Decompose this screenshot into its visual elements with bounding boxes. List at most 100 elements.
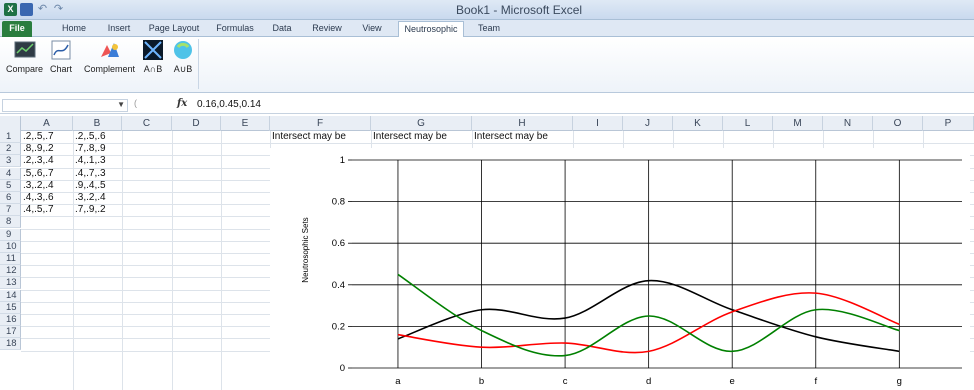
column-header-d[interactable]: D bbox=[172, 116, 221, 131]
row-header[interactable]: 11 bbox=[0, 253, 21, 265]
x-tick-label: e bbox=[730, 376, 735, 387]
column-header-h[interactable]: H bbox=[472, 116, 573, 131]
name-box[interactable]: ▼ bbox=[2, 99, 128, 112]
row-header[interactable]: 12 bbox=[0, 265, 21, 278]
column-header-j[interactable]: J bbox=[623, 116, 673, 131]
cell-a6[interactable]: .4,.3,.6 bbox=[21, 192, 54, 204]
row-header[interactable]: 2 bbox=[0, 143, 21, 156]
row-header[interactable]: 4 bbox=[0, 167, 21, 180]
row-header[interactable]: 7 bbox=[0, 204, 21, 217]
column-header-k[interactable]: K bbox=[673, 116, 723, 131]
ribbon-panel: Compare Chart Complement A∩B A∪B bbox=[0, 37, 974, 93]
column-headers: A B C D E F G H I J K L M N O P bbox=[0, 116, 974, 131]
column-header-m[interactable]: M bbox=[773, 116, 823, 131]
tab-home[interactable]: Home bbox=[58, 21, 90, 37]
chevron-down-icon[interactable]: ▼ bbox=[117, 100, 125, 109]
column-header-e[interactable]: E bbox=[221, 116, 270, 131]
formula-input[interactable]: 0.16,0.45,0.14 bbox=[197, 99, 261, 110]
chart-label: Chart bbox=[50, 64, 73, 74]
cell-b6[interactable]: .3,.2,.4 bbox=[73, 192, 106, 204]
column-header-n[interactable]: N bbox=[823, 116, 873, 131]
row-header[interactable]: 17 bbox=[0, 326, 21, 339]
chart-icon bbox=[51, 40, 71, 60]
chart-button[interactable]: Chart bbox=[50, 39, 72, 74]
column-header-f[interactable]: F bbox=[270, 116, 371, 131]
tab-neutrosophic[interactable]: Neutrosophic bbox=[398, 21, 464, 38]
ribbon-tabs: File Home Insert Page Layout Formulas Da… bbox=[0, 20, 974, 38]
row-header[interactable]: 6 bbox=[0, 192, 21, 204]
compare-label: Compare bbox=[6, 64, 44, 74]
cell-b3[interactable]: .4,.1,.3 bbox=[73, 155, 106, 167]
save-icon[interactable] bbox=[20, 3, 33, 16]
union-icon bbox=[174, 41, 192, 59]
column-header-l[interactable]: L bbox=[723, 116, 773, 131]
tab-view[interactable]: View bbox=[358, 21, 386, 37]
cell-a3[interactable]: .2,.3,.4 bbox=[21, 155, 54, 167]
redo-icon[interactable]: ↷ bbox=[52, 3, 65, 16]
cell-b5[interactable]: .9,.4,.5 bbox=[73, 180, 106, 192]
y-tick-label: 0.4 bbox=[332, 280, 345, 291]
compare-button[interactable]: Compare bbox=[6, 39, 43, 74]
formula-cancel-icon[interactable]: ( bbox=[134, 98, 137, 108]
insert-function-icon[interactable]: fx bbox=[177, 98, 187, 109]
row-header[interactable]: 14 bbox=[0, 289, 21, 302]
complement-button[interactable]: Complement bbox=[84, 39, 135, 74]
row-header[interactable]: 9 bbox=[0, 228, 21, 241]
tab-team[interactable]: Team bbox=[474, 21, 504, 37]
y-tick-label: 1 bbox=[340, 155, 345, 166]
cell-b1[interactable]: .2,.5,.6 bbox=[73, 131, 106, 143]
tab-review[interactable]: Review bbox=[308, 21, 346, 37]
column-header-o[interactable]: O bbox=[873, 116, 923, 131]
tab-page-layout[interactable]: Page Layout bbox=[146, 21, 202, 37]
select-all-corner[interactable] bbox=[0, 116, 21, 131]
cell-f1[interactable]: Intersect may be bbox=[270, 131, 346, 143]
grid-line bbox=[21, 143, 974, 145]
cell-a7[interactable]: .4,.5,.7 bbox=[21, 204, 54, 216]
row-header[interactable]: 15 bbox=[0, 301, 21, 314]
row-header[interactable]: 13 bbox=[0, 277, 21, 290]
intersection-label: A∩B bbox=[143, 64, 163, 74]
neutrosophic-chart[interactable]: 0 0.2 0.4 0.6 0.8 1 a b c d e f g Neutrosophic Sets bbox=[270, 148, 970, 390]
compare-icon bbox=[14, 41, 35, 58]
chart-svg: 0 0.2 0.4 0.6 0.8 1 a b c d e f g Neutrosophic Sets bbox=[301, 155, 962, 387]
quick-access-toolbar: X ↶ ↷ bbox=[4, 3, 65, 16]
column-header-b[interactable]: B bbox=[73, 116, 122, 131]
cell-a4[interactable]: .5,.6,.7 bbox=[21, 168, 54, 180]
column-header-a[interactable]: A bbox=[21, 116, 73, 131]
row-header[interactable]: 8 bbox=[0, 216, 21, 229]
intersection-button[interactable]: A∩B bbox=[142, 39, 164, 74]
title-bar: X ↶ ↷ Book1 - Microsoft Excel bbox=[0, 0, 974, 20]
cell-b2[interactable]: .7,.8,.9 bbox=[73, 143, 106, 155]
cell-b7[interactable]: .7,.9,.2 bbox=[73, 204, 106, 216]
union-button[interactable]: A∪B bbox=[172, 39, 194, 75]
tab-data[interactable]: Data bbox=[268, 21, 296, 37]
x-tick-label: g bbox=[897, 376, 902, 387]
column-header-c[interactable]: C bbox=[122, 116, 172, 131]
y-axis-label: Neutrosophic Sets bbox=[301, 217, 310, 282]
cell-a5[interactable]: .3,.2,.4 bbox=[21, 180, 54, 192]
complement-label: Complement bbox=[84, 64, 136, 74]
row-header[interactable]: 1 bbox=[0, 131, 21, 143]
row-header[interactable]: 18 bbox=[0, 338, 21, 351]
tab-file[interactable]: File bbox=[2, 21, 32, 37]
row-header[interactable]: 3 bbox=[0, 155, 21, 168]
cell-g1[interactable]: Intersect may be bbox=[371, 131, 447, 143]
tab-insert[interactable]: Insert bbox=[102, 21, 136, 37]
y-tick-label: 0.2 bbox=[332, 321, 345, 332]
row-header[interactable]: 5 bbox=[0, 179, 21, 192]
complement-icon bbox=[100, 43, 119, 57]
y-tick-label: 0 bbox=[340, 363, 345, 374]
cell-b4[interactable]: .4,.7,.3 bbox=[73, 168, 106, 180]
column-header-p[interactable]: P bbox=[923, 116, 974, 131]
column-header-i[interactable]: I bbox=[573, 116, 623, 131]
row-header[interactable]: 10 bbox=[0, 240, 21, 253]
column-header-g[interactable]: G bbox=[371, 116, 472, 131]
tab-formulas[interactable]: Formulas bbox=[212, 21, 258, 37]
excel-app-icon[interactable]: X bbox=[4, 3, 17, 16]
cell-h1[interactable]: Intersect may be bbox=[472, 131, 548, 143]
union-label: A∪B bbox=[173, 64, 193, 74]
cell-a2[interactable]: .8,.9,.2 bbox=[21, 143, 54, 155]
undo-icon[interactable]: ↶ bbox=[36, 3, 49, 16]
cell-a1[interactable]: .2,.5,.7 bbox=[21, 131, 54, 143]
row-header[interactable]: 16 bbox=[0, 314, 21, 326]
